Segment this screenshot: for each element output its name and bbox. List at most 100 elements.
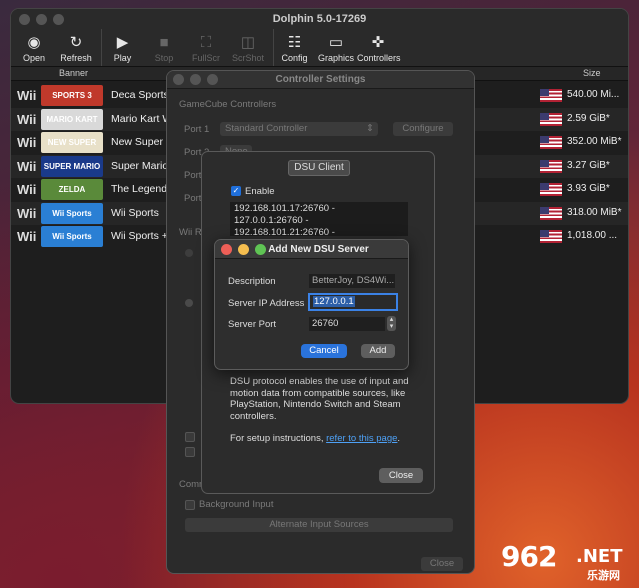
toolbar-refresh-button[interactable]: ↻ Refresh <box>55 29 97 66</box>
usa-flag-icon <box>540 183 562 196</box>
option-checkbox-2[interactable] <box>185 447 195 457</box>
close-window-button[interactable] <box>19 14 30 25</box>
server-list-item[interactable]: 192.168.101.17:26760 - <box>234 203 404 215</box>
controller-settings-title: Controller Settings <box>275 74 366 85</box>
add-dsu-server-dialog: Add New DSU Server Description BetterJoy… <box>214 239 409 370</box>
server-list-item[interactable]: 192.168.101.21:26760 - <box>234 227 404 236</box>
platform-label: Wii <box>17 205 37 221</box>
minimize-window-button[interactable] <box>36 14 47 25</box>
enable-checkbox[interactable]: ✓ <box>231 186 241 196</box>
game-size: 540.00 Mi... <box>567 89 620 100</box>
usa-flag-icon <box>540 159 562 173</box>
game-banner: Wii Sports <box>41 202 103 224</box>
graphics-icon: ▭ <box>328 34 344 51</box>
toolbar-label: Refresh <box>60 53 92 63</box>
config-icon: ☷ <box>287 34 302 51</box>
add-server-titlebar: Add New DSU Server <box>215 240 408 259</box>
toolbar-scrshot-button[interactable]: ◫ ScrShot <box>227 29 269 66</box>
toolbar-label: Open <box>22 53 46 63</box>
server-ip-field[interactable]: 127.0.0.1 <box>308 293 398 311</box>
platform-label: Wii <box>17 158 37 174</box>
port-1-select[interactable]: Standard Controller ⇕ <box>220 122 378 136</box>
toolbar-label: ScrShot <box>231 53 264 63</box>
zoom-window-button[interactable] <box>255 244 266 255</box>
usa-flag-icon <box>540 89 562 102</box>
dsu-client-title: DSU Client <box>288 160 350 176</box>
toolbar-label: Graphics <box>317 53 354 63</box>
cancel-button[interactable]: Cancel <box>301 344 347 358</box>
zoom-window-button[interactable] <box>53 14 64 25</box>
server-list-item[interactable]: 127.0.0.1:26760 - <box>234 215 404 227</box>
toolbar-label: Config <box>281 53 308 63</box>
background-input-checkbox[interactable] <box>185 500 195 510</box>
game-banner: ZELDA <box>41 179 103 200</box>
game-banner: SUPER MARIO GALAXY <box>41 155 103 177</box>
game-title: Wii Sports <box>111 206 159 219</box>
toolbar-label: FullScr <box>191 53 220 63</box>
toolbar-fullscr-button[interactable]: ⛶ FullScr <box>185 29 227 66</box>
zoom-window-button[interactable] <box>207 74 218 85</box>
platform-label: Wii <box>17 229 37 244</box>
option-checkbox-1[interactable] <box>185 432 195 442</box>
configure-button[interactable]: Configure <box>393 122 453 136</box>
close-window-button[interactable] <box>173 74 184 85</box>
toolbar-controllers-button[interactable]: ✜ Controllers <box>357 29 401 66</box>
screenshot-icon: ◫ <box>240 34 256 51</box>
game-size: 1,018.00 ... <box>567 230 618 241</box>
game-size: 352.00 MiB* <box>567 136 622 147</box>
toolbar-play-button[interactable]: ▶ Play <box>101 29 143 66</box>
setup-instructions: For setup instructions, refer to this pa… <box>230 433 401 444</box>
usa-flag-icon <box>540 136 562 149</box>
platform-label: Wii <box>17 182 37 197</box>
play-icon: ▶ <box>116 34 129 51</box>
emulate-radio[interactable] <box>185 299 193 307</box>
usa-flag-icon <box>540 206 562 220</box>
enable-label: Enable <box>245 186 275 197</box>
server-list[interactable]: 192.168.101.17:26760 -127.0.0.1:26760 -1… <box>230 202 408 236</box>
minimize-window-button[interactable] <box>238 244 249 255</box>
game-banner: MARIO KART <box>41 108 103 130</box>
background-input-label: Background Input <box>199 499 274 510</box>
toolbar-label: Play <box>113 53 132 63</box>
server-port-label: Server Port <box>228 319 277 330</box>
port-3-label: Port <box>184 170 202 181</box>
minimize-window-button[interactable] <box>190 74 201 85</box>
open-icon: ◉ <box>27 34 41 51</box>
port-stepper[interactable]: ▴ ▾ <box>387 316 396 331</box>
platform-label: Wii <box>17 88 37 103</box>
server-port-field[interactable]: 26760 <box>309 317 385 331</box>
column-header-size[interactable]: Size <box>583 68 601 78</box>
description-label: Description <box>228 276 276 287</box>
alternate-input-sources-button[interactable]: Alternate Input Sources <box>185 518 453 532</box>
platform-label: Wii <box>17 135 37 150</box>
toolbar-config-button[interactable]: ☷ Config <box>273 29 315 66</box>
description-field[interactable]: BetterJoy, DS4Wi... <box>309 274 395 288</box>
dsu-close-button[interactable]: Close <box>379 468 423 483</box>
game-banner: SPORTS 3 <box>41 85 103 106</box>
column-header-banner[interactable]: Banner <box>59 68 88 78</box>
passthrough-radio[interactable] <box>185 249 193 257</box>
toolbar-open-button[interactable]: ◉ Open <box>13 29 55 66</box>
setup-link[interactable]: refer to this page <box>326 433 397 444</box>
close-window-button[interactable] <box>221 244 232 255</box>
game-size: 3.93 GiB* <box>567 183 610 194</box>
toolbar: ◉ Open ↻ Refresh ▶ Play ■ Stop ⛶ FullScr ◫ ScrShot ☷… <box>11 29 628 67</box>
controller-close-button[interactable]: Close <box>421 557 463 571</box>
dsu-description: DSU protocol enables the use of input an… <box>230 376 409 422</box>
gamepad-icon: ✜ <box>371 34 385 51</box>
main-titlebar: Dolphin 5.0-17269 <box>11 9 628 29</box>
toolbar-graphics-button[interactable]: ▭ Graphics <box>315 29 357 66</box>
game-banner: Wii Sports Resort <box>41 226 103 247</box>
toolbar-stop-button[interactable]: ■ Stop <box>143 29 185 66</box>
game-banner: NEW SUPER MARIO BROS. <box>41 132 103 153</box>
toolbar-label: Stop <box>154 53 174 63</box>
add-button[interactable]: Add <box>361 344 395 358</box>
game-size: 3.27 GiB* <box>567 159 610 171</box>
server-ip-label: Server IP Address <box>228 298 305 309</box>
stop-icon: ■ <box>159 34 169 51</box>
game-size: 2.59 GiB* <box>567 112 610 124</box>
window-title: Dolphin 5.0-17269 <box>272 13 367 25</box>
fullscreen-icon: ⛶ <box>200 34 212 51</box>
refresh-icon: ↻ <box>69 34 83 51</box>
gamecube-section-label: GameCube Controllers <box>179 99 277 110</box>
